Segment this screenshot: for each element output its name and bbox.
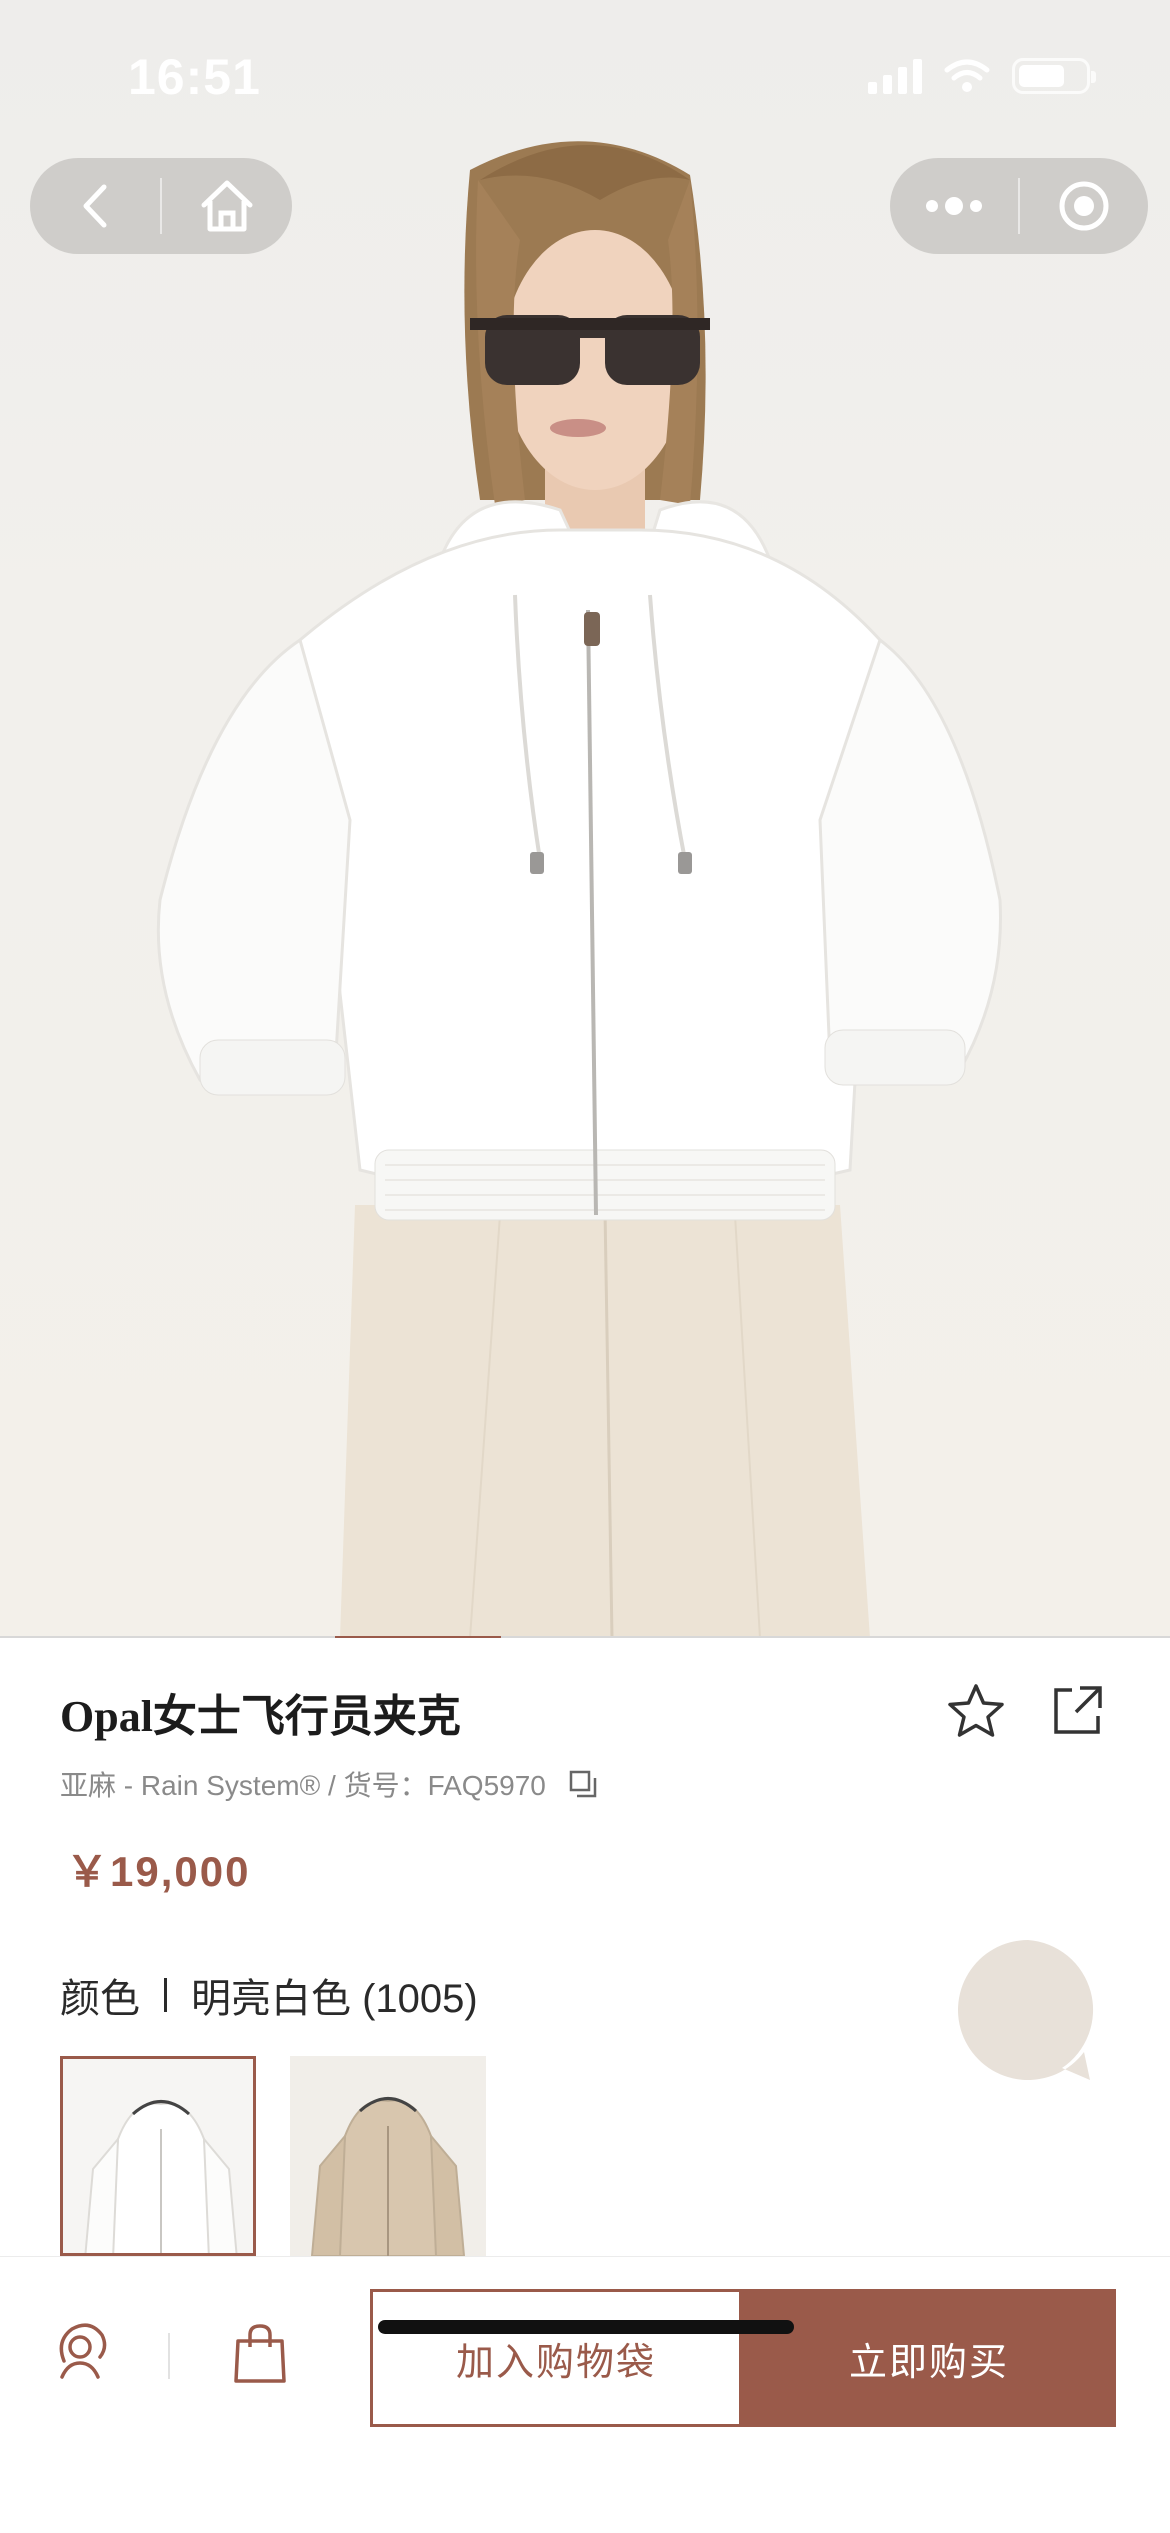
wifi-icon <box>944 59 990 92</box>
title-actions <box>946 1682 1106 1740</box>
menu-capsule <box>890 158 1148 254</box>
buy-now-button[interactable]: 立即购买 <box>742 2289 1116 2427</box>
beige-jacket-thumbnail <box>290 2056 486 2256</box>
favorite-star-icon[interactable] <box>946 1682 1006 1740</box>
color-label: 颜色 <box>60 1977 140 2021</box>
product-meta: 亚麻 - Rain System® / 货号：FAQ5970 <box>60 1764 598 1804</box>
status-time: 16:51 <box>128 49 261 105</box>
customer-service-icon[interactable] <box>50 2321 110 2381</box>
product-title: Opal女士飞行员夹克 <box>60 1692 461 1741</box>
more-button[interactable] <box>890 158 1018 254</box>
more-dots-icon <box>926 197 982 215</box>
color-swatch-beige[interactable] <box>290 2056 486 2256</box>
target-icon <box>1059 181 1109 231</box>
back-button[interactable] <box>30 158 160 254</box>
nav-capsule <box>30 158 292 254</box>
color-swatch-white[interactable] <box>60 2056 256 2256</box>
share-icon[interactable] <box>1050 1682 1106 1738</box>
home-icon <box>201 180 253 232</box>
white-jacket-thumbnail <box>63 2059 253 2253</box>
gallery-progress <box>0 1636 1170 1638</box>
bottom-action-bar: 加入购物袋 立即购买 <box>0 2256 1170 2533</box>
copy-icon[interactable] <box>568 1769 598 1799</box>
add-to-bag-button[interactable]: 加入购物袋 <box>370 2289 742 2427</box>
shopping-bag-icon[interactable] <box>232 2323 288 2385</box>
bar-divider <box>168 2333 170 2379</box>
status-icons <box>868 56 1096 96</box>
color-value: 明亮白色 (1005) <box>191 1977 478 2021</box>
signal-icon <box>868 58 922 94</box>
close-miniprogram-button[interactable] <box>1020 158 1148 254</box>
gallery-progress-fill <box>334 1636 501 1638</box>
battery-icon <box>1012 58 1096 94</box>
chat-bubble-icon[interactable] <box>958 1940 1098 2080</box>
home-button[interactable] <box>162 158 292 254</box>
product-price: ￥19,000 <box>66 1848 251 1895</box>
product-meta-text: 亚麻 - Rain System® / 货号：FAQ5970 <box>60 1770 546 1801</box>
product-image-gallery[interactable]: 16:51 <box>0 0 1170 1638</box>
chevron-left-icon <box>83 184 107 228</box>
home-indicator <box>378 2320 794 2334</box>
color-selection-label: 颜色 明亮白色 (1005) <box>60 1966 478 2024</box>
